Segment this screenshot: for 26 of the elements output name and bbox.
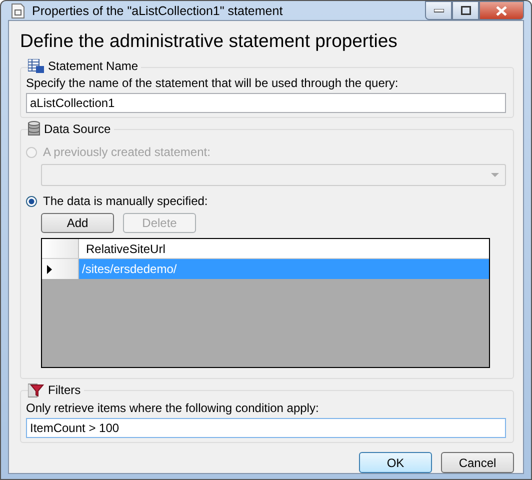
window-title: Properties of the "aListCollection1" statement: [32, 4, 284, 18]
close-icon: [496, 6, 507, 16]
group-title: Data Source: [44, 122, 111, 136]
dropdown-arrow-icon: [491, 173, 499, 177]
filter-field[interactable]: ItemCount > 100: [26, 418, 506, 438]
table-icon: [28, 59, 44, 73]
field-label: Only retrieve items where the following condition apply:: [26, 401, 320, 415]
grid-action-button[interactable]: Add: [41, 213, 114, 233]
minimize-icon: [434, 8, 444, 12]
minimize-button[interactable]: [425, 1, 452, 20]
close-button[interactable]: [479, 1, 524, 20]
current-row-icon: [47, 264, 52, 274]
dialog-button[interactable]: Cancel: [441, 452, 514, 473]
group-title: Filters: [48, 383, 81, 397]
radio-label: The data is manually specified:: [43, 194, 208, 208]
radio-label: A previously created statement:: [43, 145, 210, 159]
field-label: Specify the name of the statement that will be used through the query:: [26, 76, 400, 90]
name-field[interactable]: aListCollection1: [26, 93, 506, 113]
maximize-button[interactable]: [452, 1, 479, 20]
group-title: Statement Name: [48, 59, 138, 73]
funnel-icon: [28, 382, 44, 398]
dialog-heading: Define the administrative statement properties: [20, 30, 398, 52]
dialog-button[interactable]: OK: [359, 452, 432, 473]
radio-button[interactable]: [26, 196, 37, 206]
maximize-icon: [460, 6, 470, 15]
database-icon: [28, 121, 40, 137]
